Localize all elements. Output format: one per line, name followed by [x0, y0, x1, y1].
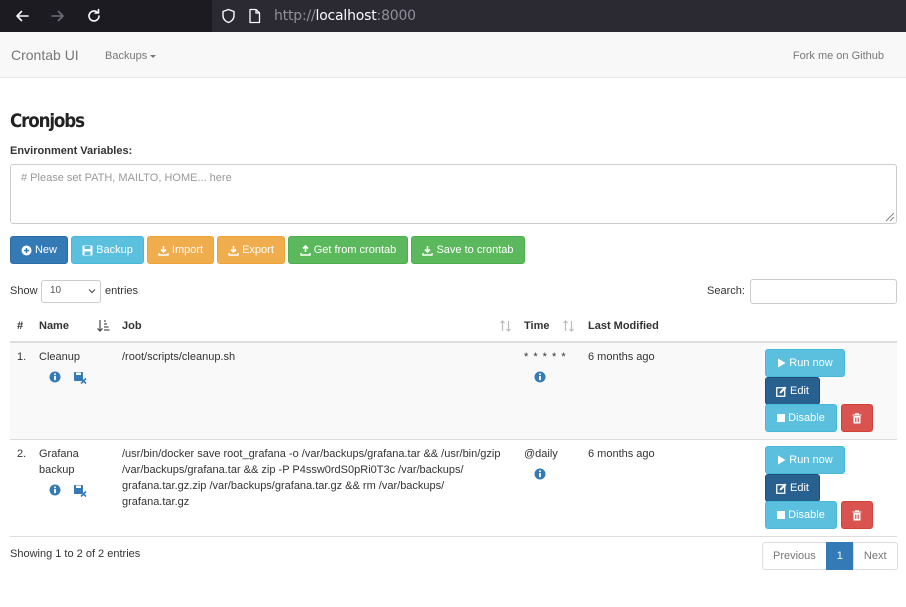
- stop-icon: [777, 511, 786, 519]
- edit-label: Edit: [790, 482, 809, 494]
- chevron-down-icon: [88, 289, 96, 294]
- import-button[interactable]: Import: [147, 236, 214, 264]
- play-icon: [778, 455, 786, 465]
- url-bar[interactable]: http://localhost:8000: [212, 0, 906, 32]
- app-navbar: Crontab UI Backups Fork me on Github: [0, 32, 906, 78]
- info-icon[interactable]: [49, 371, 61, 383]
- job-command: /usr/bin/docker save root_grafana -o /va…: [122, 448, 501, 508]
- browser-toolbar: http://localhost:8000: [0, 0, 906, 32]
- job-name: Grafana backup: [39, 448, 79, 476]
- upload-icon: [300, 244, 311, 256]
- run-now-button[interactable]: Run now: [765, 349, 845, 377]
- resize-grip-icon[interactable]: [884, 211, 895, 222]
- job-schedule: * * * * *: [524, 351, 567, 363]
- env-textarea[interactable]: [10, 164, 897, 224]
- table-bottom-divider: [10, 536, 897, 537]
- play-icon: [778, 358, 786, 368]
- import-button-label: Import: [171, 244, 204, 256]
- col-header-num[interactable]: #: [17, 320, 23, 332]
- get-from-crontab-button[interactable]: Get from crontab: [288, 236, 408, 264]
- row-number: 2.: [17, 448, 27, 460]
- job-last-modified: 6 months ago: [588, 448, 655, 460]
- disable-button[interactable]: Disable: [765, 501, 837, 529]
- disable-label: Disable: [788, 412, 825, 424]
- sort-both-icon[interactable]: [562, 319, 575, 333]
- page-1-button[interactable]: 1: [825, 542, 854, 570]
- run-now-button[interactable]: Run now: [765, 446, 845, 474]
- url-scheme: http://: [274, 8, 316, 24]
- job-command: /root/scripts/cleanup.sh: [122, 351, 236, 363]
- edit-button[interactable]: Edit: [765, 474, 820, 502]
- search-label: Search:: [707, 285, 745, 297]
- trash-icon: [852, 412, 862, 423]
- table-info: Showing 1 to 2 of 2 entries: [10, 548, 141, 560]
- save-to-crontab-button[interactable]: Save to crontab: [411, 236, 525, 264]
- export-button-label: Export: [242, 244, 274, 256]
- floppy-icon: [82, 245, 93, 255]
- next-page-button[interactable]: Next: [852, 542, 898, 570]
- pagination: Previous 1 Next: [762, 542, 898, 570]
- export-button[interactable]: Export: [217, 236, 285, 264]
- row-number: 1.: [17, 351, 27, 363]
- edit-label: Edit: [790, 385, 809, 397]
- new-button[interactable]: New: [10, 236, 68, 264]
- trash-icon: [852, 509, 862, 520]
- reload-icon[interactable]: [84, 6, 104, 26]
- import-icon: [158, 245, 169, 256]
- disable-label: Disable: [788, 509, 825, 521]
- row-divider: [10, 439, 897, 440]
- download-icon: [422, 245, 434, 256]
- shield-icon[interactable]: [221, 8, 236, 27]
- mail-off-icon[interactable]: [73, 371, 87, 384]
- disable-button[interactable]: Disable: [765, 404, 837, 432]
- edit-icon: [776, 386, 787, 397]
- backup-button[interactable]: Backup: [71, 236, 144, 264]
- delete-button[interactable]: [841, 501, 873, 529]
- run-now-label: Run now: [789, 357, 833, 369]
- github-link[interactable]: Fork me on Github: [793, 50, 884, 62]
- previous-page-button[interactable]: Previous: [762, 542, 827, 570]
- sort-asc-icon[interactable]: [97, 319, 110, 333]
- col-header-last-modified[interactable]: Last Modified: [588, 320, 659, 332]
- info-icon[interactable]: [49, 484, 61, 496]
- job-last-modified: 6 months ago: [588, 351, 655, 363]
- backups-dropdown-label: Backups: [105, 50, 148, 62]
- sort-both-icon[interactable]: [499, 319, 512, 333]
- back-icon[interactable]: [12, 6, 32, 26]
- page-title: Cronjobs: [10, 110, 85, 132]
- edit-icon: [776, 483, 787, 494]
- page-icon: [248, 8, 261, 27]
- entries-select-value: 10: [50, 285, 62, 296]
- download-icon: [228, 245, 239, 256]
- plus-circle-icon: [21, 245, 32, 255]
- job-name: Cleanup: [39, 351, 80, 363]
- col-header-job[interactable]: Job: [122, 320, 142, 332]
- mail-off-icon[interactable]: [73, 484, 87, 497]
- col-header-name[interactable]: Name: [39, 320, 69, 332]
- forward-icon[interactable]: [48, 6, 68, 26]
- backups-dropdown[interactable]: Backups: [105, 50, 157, 62]
- delete-button[interactable]: [841, 404, 873, 432]
- caret-down-icon: [150, 54, 157, 58]
- run-now-label: Run now: [789, 454, 833, 466]
- entries-select[interactable]: 10: [41, 280, 101, 303]
- brand-link[interactable]: Crontab UI: [11, 47, 79, 63]
- url-port: :8000: [376, 8, 417, 24]
- stop-icon: [777, 414, 786, 422]
- search-input[interactable]: [750, 279, 897, 304]
- save-to-crontab-label: Save to crontab: [436, 244, 514, 256]
- col-header-time[interactable]: Time: [524, 320, 549, 332]
- entries-label: entries: [105, 285, 139, 297]
- env-label: Environment Variables:: [10, 145, 133, 157]
- backup-button-label: Backup: [96, 244, 133, 256]
- info-icon[interactable]: [534, 468, 546, 480]
- url-text[interactable]: http://localhost:8000: [274, 8, 416, 24]
- new-button-label: New: [34, 244, 57, 256]
- edit-button[interactable]: Edit: [765, 377, 820, 405]
- info-icon[interactable]: [534, 371, 546, 383]
- get-from-crontab-label: Get from crontab: [313, 244, 397, 256]
- show-label: Show: [10, 285, 38, 297]
- job-schedule: @daily: [524, 448, 558, 460]
- url-host: localhost: [315, 8, 377, 24]
